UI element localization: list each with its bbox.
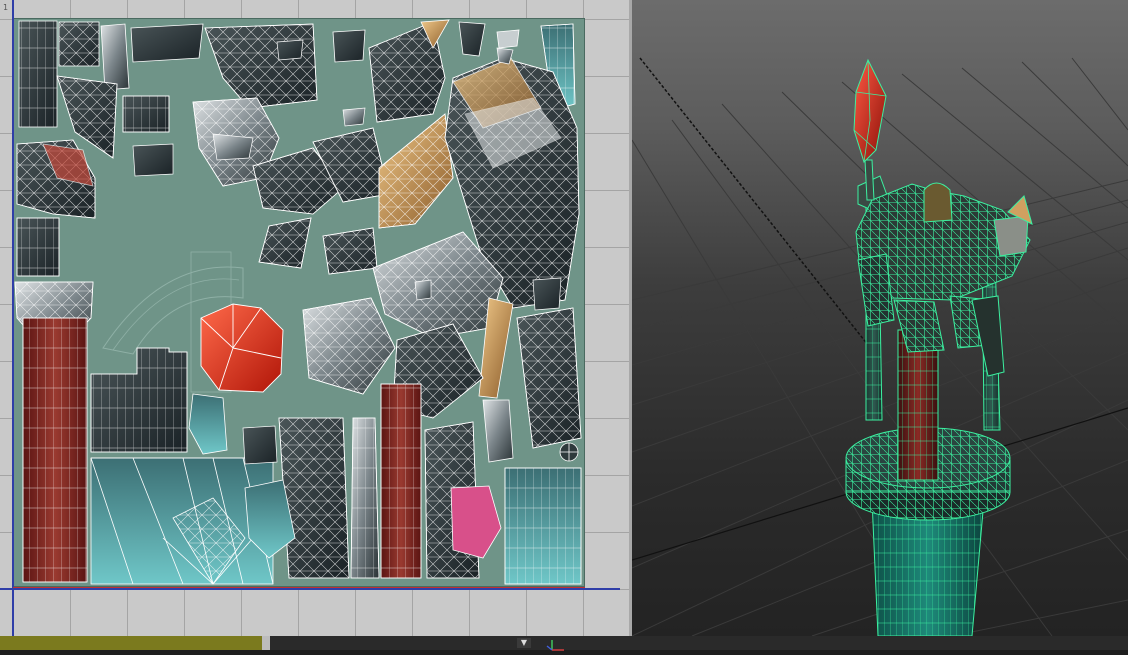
uv-shell-red-crystal — [200, 303, 284, 393]
uv-editor-panel[interactable]: 1 — [0, 0, 632, 636]
axis-gizmo-icon — [544, 636, 570, 651]
uv-axis-u-highlight — [13, 587, 585, 588]
dropdown-toggle[interactable]: ▼ — [517, 638, 531, 648]
uv-corner-label: 1 — [3, 3, 9, 12]
uv-shells-center — [192, 97, 454, 275]
uv-axis-u — [0, 588, 620, 590]
viewport-axis-line — [639, 57, 873, 351]
uv-axis-v — [12, 0, 14, 636]
uv-shell-teal-square — [504, 442, 582, 585]
uv-texture-map[interactable] — [13, 18, 585, 587]
uv-shells — [14, 19, 582, 585]
viewport-scene — [632, 57, 1128, 636]
scroll-handle[interactable] — [262, 636, 270, 650]
status-progress-field — [0, 636, 262, 650]
model-tower — [845, 58, 1033, 636]
uv-shells-columns — [278, 383, 514, 579]
uv-shell-teal-block — [90, 457, 296, 585]
perspective-viewport[interactable] — [632, 0, 1128, 636]
uv-shell-banner-left — [14, 281, 94, 583]
